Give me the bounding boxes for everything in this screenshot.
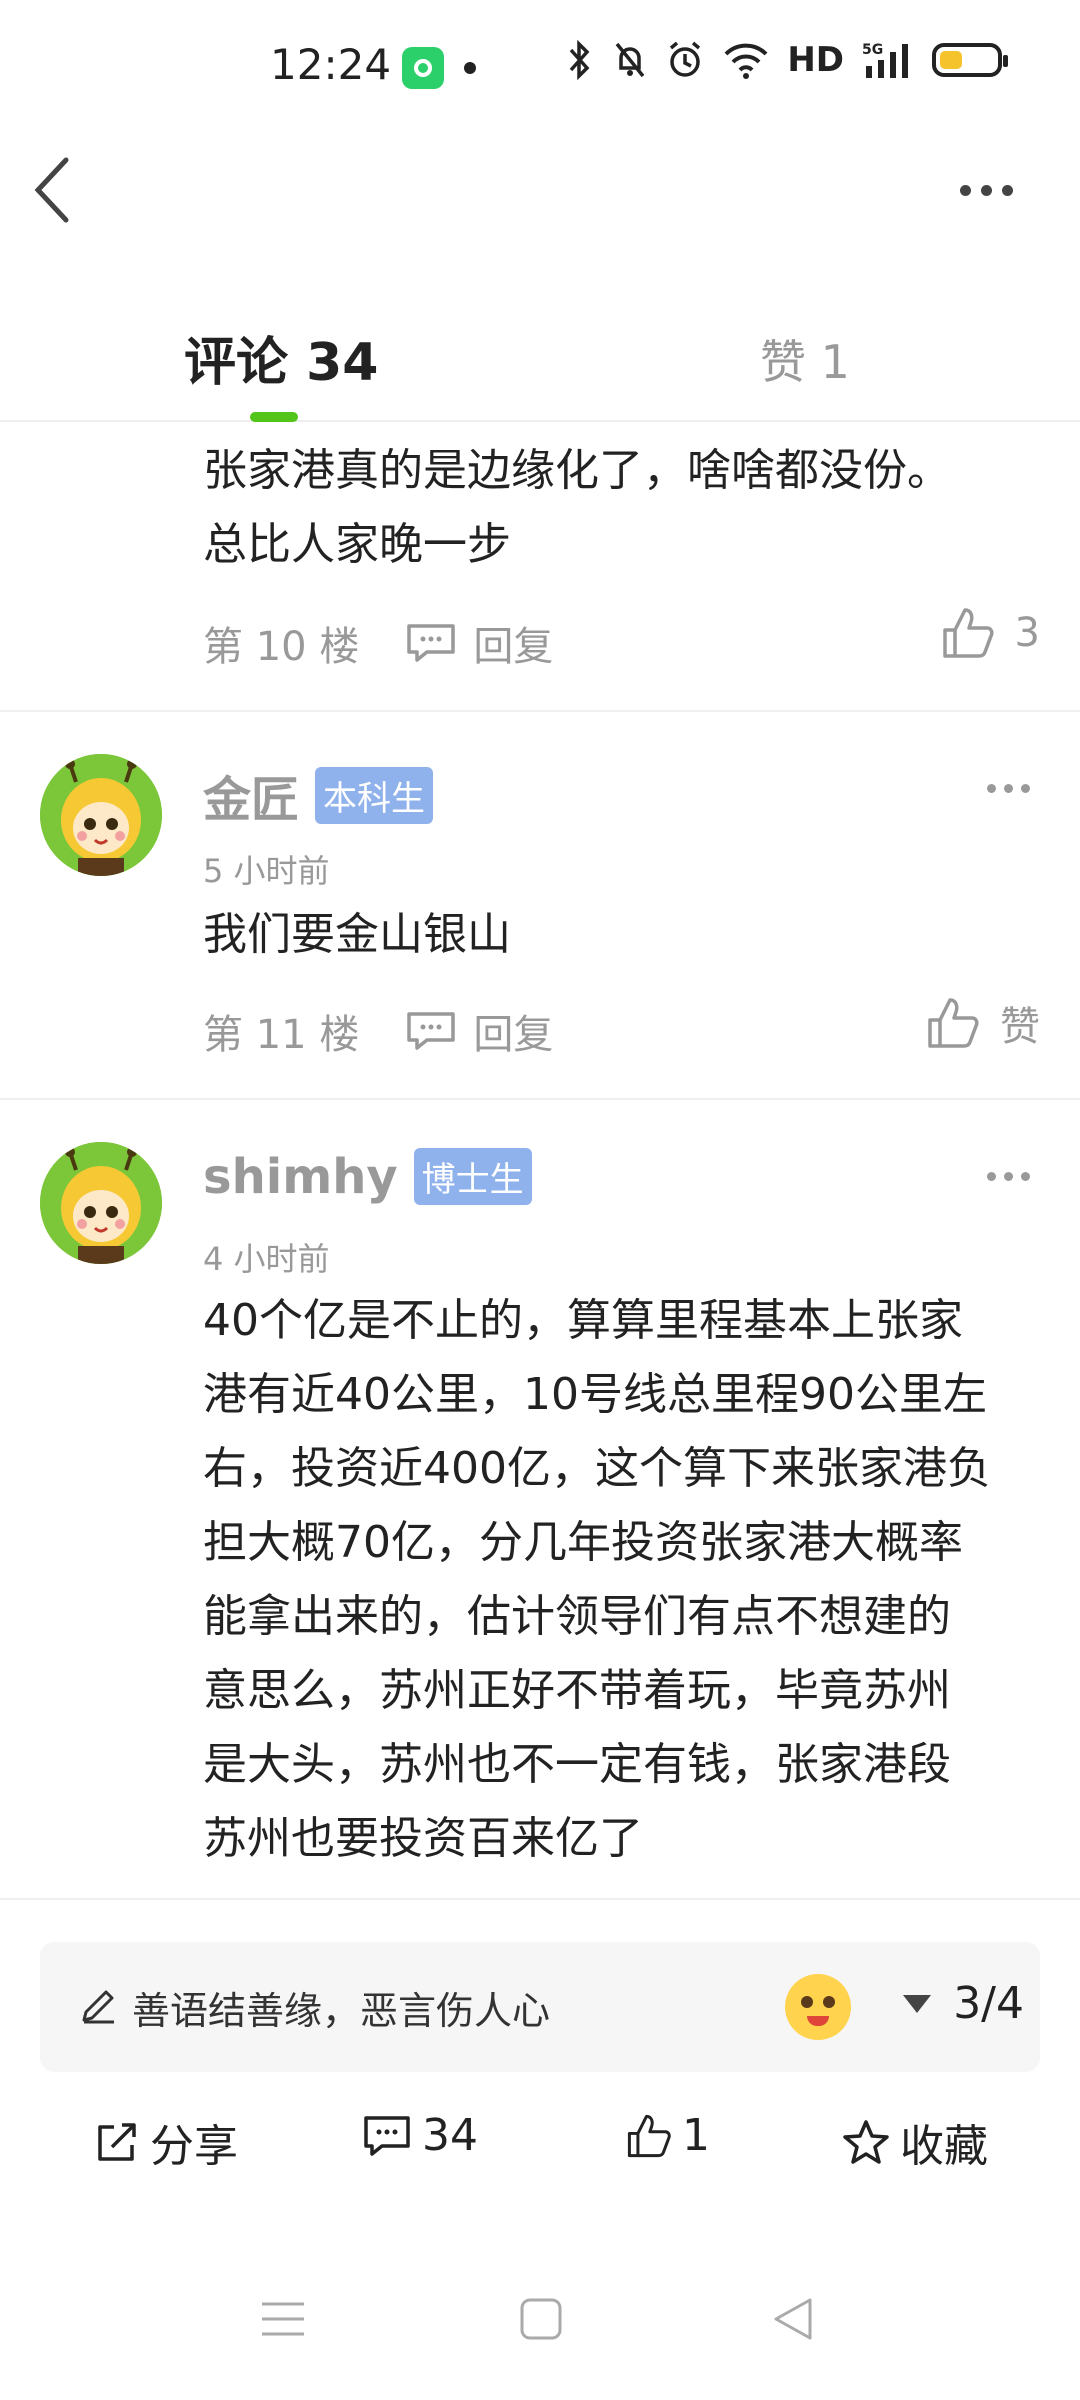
more-dot: [1021, 784, 1030, 793]
favorite-label: 收藏: [900, 2121, 988, 2172]
comment-item: 金匠 本科生 5 小时前 我们要金山银山 第 11 楼 回复 赞: [0, 712, 1080, 1100]
status-time: 12:24: [270, 40, 392, 89]
comment-text-line: 苏州也要投资百来亿了: [203, 1813, 643, 1864]
more-dot: [1004, 784, 1013, 793]
favorite-button[interactable]: 收藏: [842, 2110, 988, 2174]
more-dot: [1002, 184, 1013, 196]
like-post-button[interactable]: 1: [626, 2110, 710, 2161]
share-label: 分享: [150, 2121, 238, 2172]
back-arrow-icon[interactable]: [30, 150, 80, 230]
battery-icon: [932, 43, 1008, 77]
more-dot: [981, 184, 992, 196]
bluetooth-icon: [570, 40, 590, 80]
wifi-icon: [724, 43, 768, 79]
thumbs-up-icon: [928, 998, 979, 1048]
floor-label: 第 11 楼: [203, 1012, 360, 1058]
notification-dot-icon: [464, 62, 476, 74]
comment-text-line: 总比人家晚一步: [203, 519, 511, 570]
hd-label: HD: [787, 40, 844, 80]
comment-time: 4 小时前: [203, 1240, 330, 1278]
comment-text-line: 是大头，苏州也不一定有钱，张家港段: [203, 1739, 951, 1790]
tab-bar: 评论 34 赞 1: [0, 300, 1080, 422]
dropdown-triangle-icon: [903, 1994, 932, 2013]
comment-input-placeholder[interactable]: 善语结善缘，恶言伤人心: [132, 1980, 550, 2035]
avatar[interactable]: [40, 754, 162, 876]
page-indicator: 3/4: [953, 1978, 1024, 2029]
alarm-icon: [670, 41, 701, 77]
comment-item: shimhy 博士生 4 小时前 40个亿是不止的，算算里程基本上张家 港有近4…: [0, 1100, 1080, 1900]
reply-label: 回复: [473, 624, 554, 670]
comment-text-line: 意思么，苏州正好不带着玩，毕竟苏州: [203, 1665, 951, 1716]
avatar-image: [40, 754, 162, 876]
author-row: 金匠 本科生: [203, 760, 434, 830]
comment-count: 34: [422, 2110, 478, 2161]
author-row: shimhy 博士生: [203, 1148, 532, 1205]
tab-comments[interactable]: 评论 34: [184, 320, 378, 395]
comment-time: 5 小时前: [203, 852, 330, 890]
comment-more-button[interactable]: [987, 784, 1030, 793]
more-options-button[interactable]: [960, 170, 1030, 210]
page-selector[interactable]: 3/4: [903, 1978, 1024, 2029]
floor-label: 第 10 楼: [203, 624, 360, 670]
action-bar: 分享 34 1 收藏: [0, 2100, 1080, 2190]
tab-likes[interactable]: 赞 1: [760, 326, 850, 392]
pen-icon: [82, 1990, 114, 2024]
comment-text: 张家港真的是边缘化了，啥啥都没份。 总比人家晚一步: [203, 434, 1040, 582]
author-name[interactable]: shimhy: [203, 1149, 398, 1205]
home-icon[interactable]: [518, 2296, 564, 2342]
author-name[interactable]: 金匠: [203, 760, 299, 830]
comment-meta: 第 10 楼 回复: [203, 614, 553, 672]
comment-text: 我们要金山银山: [203, 909, 511, 960]
user-badge: 本科生: [315, 766, 434, 824]
comment-input-bar[interactable]: 善语结善缘，恶言伤人心 3/4: [40, 1942, 1040, 2072]
comment-text-line: 张家港真的是边缘化了，啥啥都没份。: [203, 445, 951, 496]
emoji-icon[interactable]: [785, 1974, 851, 2040]
like-label: 赞: [1000, 1004, 1040, 1050]
comments-button[interactable]: 34: [362, 2110, 478, 2161]
menu-icon[interactable]: [258, 2296, 308, 2342]
like-count: 1: [682, 2110, 710, 2161]
comment-text-line: 右，投资近400亿，这个算下来张家港负: [203, 1443, 991, 1494]
comment-text-line: 担大概70亿，分几年投资张家港大概率: [203, 1517, 963, 1568]
avatar-image: [40, 1142, 162, 1264]
more-dot: [960, 184, 971, 196]
thumbs-up-icon: [627, 2114, 671, 2157]
share-button[interactable]: 分享: [94, 2110, 238, 2174]
mute-bell-icon: [615, 42, 645, 78]
back-icon[interactable]: [770, 2296, 816, 2342]
comment-text-line: 能拿出来的，估计领导们有点不想建的: [203, 1591, 951, 1642]
comment-item: 张家港真的是边缘化了，啥啥都没份。 总比人家晚一步 第 10 楼 回复 3: [0, 422, 1080, 712]
more-dot: [1021, 1172, 1030, 1181]
svg-text:5G: 5G: [862, 42, 883, 58]
reply-button[interactable]: 回复: [405, 614, 553, 672]
comment-more-button[interactable]: [987, 1172, 1030, 1181]
reply-icon: [407, 1012, 456, 1050]
like-button[interactable]: 赞: [926, 994, 1040, 1052]
status-bar: 12:24 HD 5G: [0, 0, 1080, 140]
app-notification-icon: [402, 47, 444, 89]
share-icon: [98, 2123, 136, 2161]
comment-icon: [364, 2115, 410, 2156]
tab-indicator: [250, 412, 298, 422]
user-badge: 博士生: [413, 1148, 532, 1205]
more-dot: [987, 1172, 996, 1181]
reply-icon: [407, 624, 456, 662]
more-dot: [987, 784, 996, 793]
comment-text: 40个亿是不止的，算算里程基本上张家 港有近40公里，10号线总里程90公里左 …: [203, 1284, 1040, 1876]
like-count: 3: [1014, 610, 1040, 656]
reply-label: 回复: [473, 1012, 554, 1058]
reply-button[interactable]: 回复: [405, 1002, 553, 1060]
comment-meta: 第 11 楼 回复: [203, 1002, 553, 1060]
comment-text-line: 港有近40公里，10号线总里程90公里左: [203, 1369, 987, 1420]
comment-text-line: 40个亿是不止的，算算里程基本上张家: [203, 1295, 963, 1346]
star-icon: [843, 2120, 889, 2164]
thumbs-up-icon: [942, 608, 994, 658]
avatar[interactable]: [40, 1142, 162, 1264]
system-nav-bar: [0, 2280, 1080, 2360]
status-icons: HD 5G: [565, 40, 1008, 80]
like-button[interactable]: 3: [941, 606, 1040, 660]
signal-5g-icon: 5G: [862, 42, 908, 78]
more-dot: [1004, 1172, 1013, 1181]
